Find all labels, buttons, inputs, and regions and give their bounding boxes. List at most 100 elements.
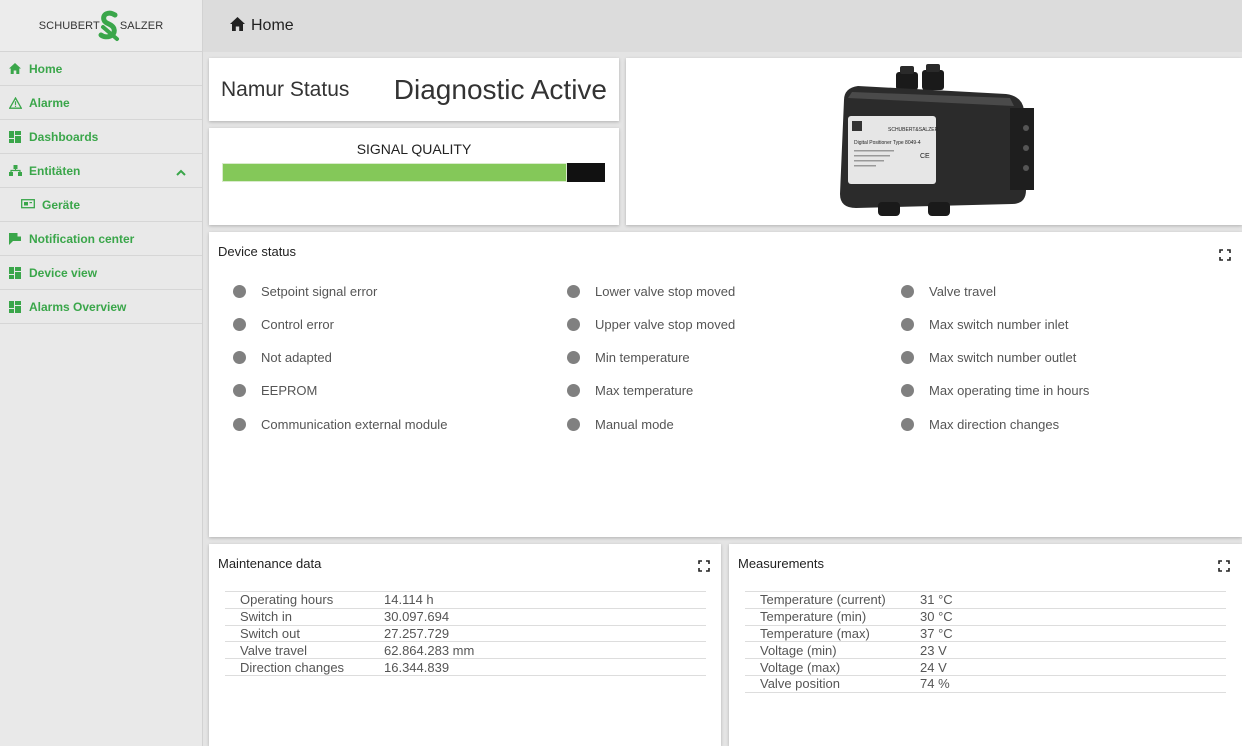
sidebar-item-alarms-overview[interactable]: Alarms Overview [0, 290, 202, 324]
fullscreen-icon[interactable] [698, 560, 710, 572]
status-label: Valve travel [929, 284, 996, 299]
status-dot-icon [901, 351, 914, 364]
sidebar-item-dashboards[interactable]: Dashboards [0, 120, 202, 154]
row-label: Voltage (min) [760, 642, 837, 658]
status-label: Lower valve stop moved [595, 284, 736, 299]
status-dot-icon [567, 351, 580, 364]
status-indicator: Upper valve stop moved [567, 317, 735, 332]
sidebar-item-label: Home [29, 61, 63, 76]
home-icon[interactable] [230, 16, 245, 36]
status-label: Max temperature [595, 383, 694, 398]
top-bar: Home [203, 0, 1242, 52]
sidebar-item-label: Entitäten [29, 163, 81, 178]
fullscreen-icon[interactable] [1219, 249, 1231, 261]
table-row: Switch out 27.257.729 [225, 626, 706, 643]
dashboard-icon [8, 266, 22, 280]
sidebar-item-notification-center[interactable]: Notification center [0, 222, 202, 256]
status-indicator: Communication external module [233, 417, 447, 432]
warning-icon [8, 96, 22, 110]
sidebar-item-home[interactable]: Home [0, 52, 202, 86]
device-status-card: Device status Setpoint signal error Contr… [209, 232, 1242, 537]
measurements-card: Measurements Temperature (current) 31 °C T… [729, 544, 1242, 746]
row-label: Temperature (max) [760, 625, 870, 641]
status-dot-icon [567, 318, 580, 331]
entities-icon [8, 164, 22, 178]
product-title: Digital Positioner Type 8049-4 [854, 140, 921, 146]
row-label: Operating hours [240, 592, 334, 608]
maintenance-data-card: Maintenance data Operating hours 14.114 h… [209, 544, 721, 746]
status-indicator: Valve travel [901, 284, 996, 299]
table-row: Temperature (min) 30 °C [745, 609, 1226, 626]
row-label: Valve travel [240, 642, 307, 658]
status-dot-icon [901, 384, 914, 397]
status-dot-icon [567, 285, 580, 298]
status-indicator: Manual mode [567, 417, 674, 432]
home-icon [8, 62, 22, 76]
device-image: SCHUBERT&SALZER Digital Positioner Type … [840, 64, 1034, 216]
row-value: 24 V [920, 659, 947, 675]
breadcrumb[interactable]: Home [251, 17, 294, 35]
dashboard-icon [8, 130, 22, 144]
status-label: Upper valve stop moved [595, 317, 736, 332]
table-row: Switch in 30.097.694 [225, 609, 706, 626]
status-dot-icon [233, 351, 246, 364]
status-dot-icon [233, 285, 246, 298]
status-indicator: EEPROM [233, 383, 317, 398]
measurements-title: Measurements [738, 556, 824, 571]
row-value: 14.114 h [384, 592, 434, 608]
status-indicator: Max operating time in hours [901, 383, 1089, 398]
sidebar-item-label: Alarme [29, 95, 70, 110]
status-dot-icon [567, 384, 580, 397]
status-dot-icon [233, 384, 246, 397]
row-value: 30.097.694 [384, 609, 450, 625]
status-label: Control error [261, 317, 334, 332]
sidebar-item-label: Device view [29, 265, 98, 280]
status-indicator: Max switch number outlet [901, 350, 1076, 365]
signal-quality-title: SIGNAL QUALITY [356, 141, 472, 157]
status-indicator: Min temperature [567, 350, 690, 365]
status-indicator: Max switch number inlet [901, 317, 1068, 332]
sidebar: SCHUBERT SALZER Home Alarme Dashboards E… [0, 0, 203, 746]
status-dot-icon [233, 318, 246, 331]
sidebar-item-alarme[interactable]: Alarme [0, 86, 202, 120]
brand-logo[interactable]: SCHUBERT SALZER [0, 0, 202, 52]
row-value: 37 °C [920, 625, 953, 641]
namur-status-value: Diagnostic Active [393, 73, 607, 105]
row-label: Temperature (current) [760, 592, 886, 608]
row-value: 23 V [920, 642, 947, 658]
table-row: Valve position 74 % [745, 676, 1226, 693]
product-brand: SCHUBERT&SALZER [888, 127, 939, 133]
status-dot-icon [901, 285, 914, 298]
device-image-card: SCHUBERT&SALZER Digital Positioner Type … [626, 58, 1242, 225]
devices-icon [21, 198, 35, 212]
status-dot-icon [901, 418, 914, 431]
fullscreen-icon[interactable] [1218, 560, 1230, 572]
status-indicator: Control error [233, 317, 334, 332]
sidebar-item-label: Geräte [42, 197, 81, 212]
sidebar-item-label: Notification center [29, 231, 135, 246]
maintenance-data-title: Maintenance data [218, 556, 322, 571]
status-dot-icon [901, 318, 914, 331]
row-value: 31 °C [920, 592, 953, 608]
status-indicator: Max direction changes [901, 417, 1059, 432]
table-row: Voltage (min) 23 V [745, 642, 1226, 660]
status-indicator: Not adapted [233, 350, 332, 365]
status-label: Max switch number inlet [929, 317, 1069, 332]
sidebar-item-device-view[interactable]: Device view [0, 256, 202, 290]
sidebar-item-label: Alarms Overview [29, 299, 127, 314]
table-row: Direction changes 16.344.839 [225, 659, 706, 676]
sidebar-item-entitaeten[interactable]: Entitäten [0, 154, 202, 188]
notification-icon [8, 232, 22, 246]
namur-status-label: Namur Status [221, 77, 350, 101]
sidebar-item-geraete[interactable]: Geräte [0, 188, 202, 222]
status-indicator: Max temperature [567, 383, 693, 398]
status-indicator: Lower valve stop moved [567, 284, 735, 299]
namur-status-card: Namur Status Diagnostic Active [209, 58, 619, 121]
status-label: Setpoint signal error [261, 284, 378, 299]
status-label: Min temperature [595, 350, 690, 365]
chevron-up-icon[interactable] [176, 165, 186, 179]
signal-quality-fill [222, 163, 567, 182]
row-label: Valve position [760, 676, 840, 692]
status-label: Max operating time in hours [929, 383, 1090, 398]
table-row: Operating hours 14.114 h [225, 592, 706, 609]
